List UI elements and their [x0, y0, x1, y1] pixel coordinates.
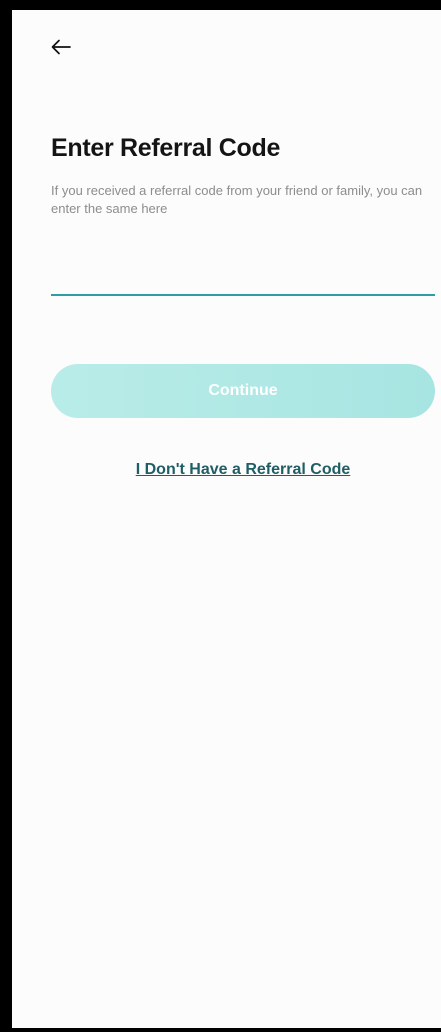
back-button[interactable] [48, 34, 74, 60]
page-subtitle: If you received a referral code from you… [51, 183, 423, 216]
referral-code-input[interactable] [51, 250, 435, 296]
arrow-left-icon [51, 39, 71, 55]
no-referral-code-link[interactable]: I Don't Have a Referral Code [51, 461, 435, 479]
continue-button[interactable]: Continue [51, 364, 435, 418]
device-frame: Enter Referral Code If you received a re… [0, 0, 441, 1032]
page-title: Enter Referral Code [51, 134, 281, 162]
referral-screen: Enter Referral Code If you received a re… [12, 10, 441, 1028]
